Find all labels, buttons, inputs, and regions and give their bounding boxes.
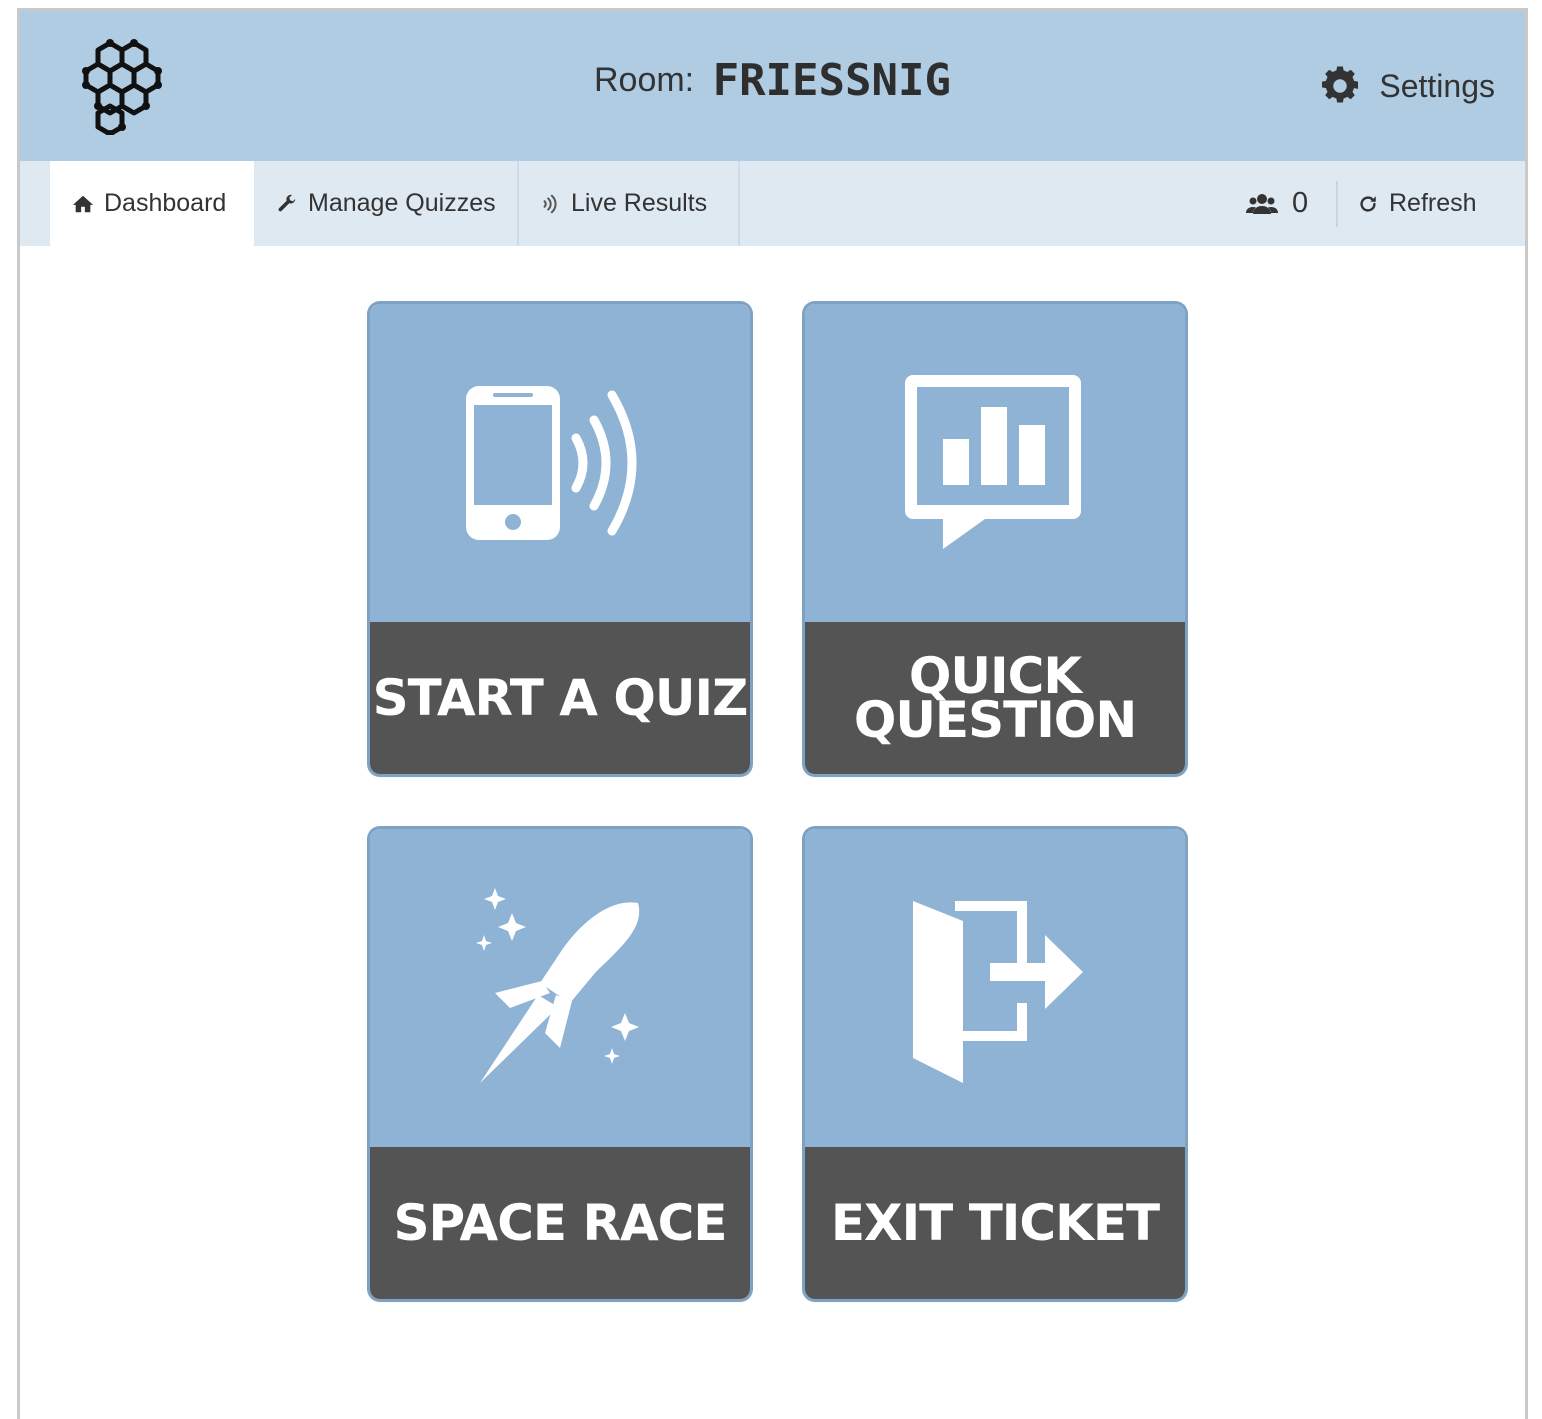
rocket-icon — [476, 888, 640, 1083]
room-indicator: Room: FRIESSNIG — [20, 55, 1525, 106]
tile-label: START A QUIZ — [370, 622, 750, 774]
student-count-value: 0 — [1292, 187, 1309, 219]
broadcast-icon — [543, 194, 557, 213]
tab-live-results[interactable]: Live Results — [519, 161, 740, 246]
tile-art — [805, 829, 1185, 1147]
wrench-icon — [278, 194, 296, 211]
tile-art — [370, 829, 750, 1147]
navbar: Dashboard Manage Quizzes Live Results 0 … — [20, 161, 1525, 246]
tab-dashboard[interactable]: Dashboard — [50, 161, 254, 246]
tile-art — [805, 304, 1185, 622]
quick-question-tile[interactable]: QUICK QUESTION — [805, 304, 1185, 774]
header: Room: FRIESSNIG Settings — [20, 11, 1525, 161]
gear-icon — [1322, 66, 1359, 103]
exit-door-icon — [913, 901, 1083, 1083]
settings-label: Settings — [1379, 67, 1495, 104]
settings-button[interactable]: Settings — [1317, 63, 1495, 109]
tile-art — [370, 304, 750, 622]
app-window: Room: FRIESSNIG Settings Dashboard Manag… — [17, 8, 1528, 1419]
tile-label: QUICK QUESTION — [805, 622, 1185, 774]
tile-label: EXIT TICKET — [805, 1147, 1185, 1299]
tab-manage-quizzes[interactable]: Manage Quizzes — [254, 161, 519, 246]
refresh-label: Refresh — [1389, 189, 1477, 217]
tab-label: Dashboard — [104, 189, 227, 217]
nav-divider — [1336, 181, 1338, 227]
room-code: FRIESSNIG — [712, 55, 951, 106]
users-icon — [1246, 193, 1278, 214]
start-a-quiz-tile[interactable]: START A QUIZ — [370, 304, 750, 774]
student-count: 0 — [1246, 161, 1308, 246]
chart-bubble-icon — [905, 375, 1081, 549]
room-label: Room: — [593, 61, 695, 99]
tab-label: Live Results — [571, 189, 708, 217]
refresh-icon — [1360, 195, 1376, 212]
phone-signal-icon — [466, 386, 637, 540]
home-icon — [72, 195, 94, 212]
tab-label: Manage Quizzes — [308, 189, 496, 217]
refresh-button[interactable]: Refresh — [1357, 161, 1477, 246]
space-race-tile[interactable]: SPACE RACE — [370, 829, 750, 1299]
exit-ticket-tile[interactable]: EXIT TICKET — [805, 829, 1185, 1299]
tile-label: SPACE RACE — [370, 1147, 750, 1299]
tile-label-text: QUICK QUESTION — [853, 647, 1137, 749]
